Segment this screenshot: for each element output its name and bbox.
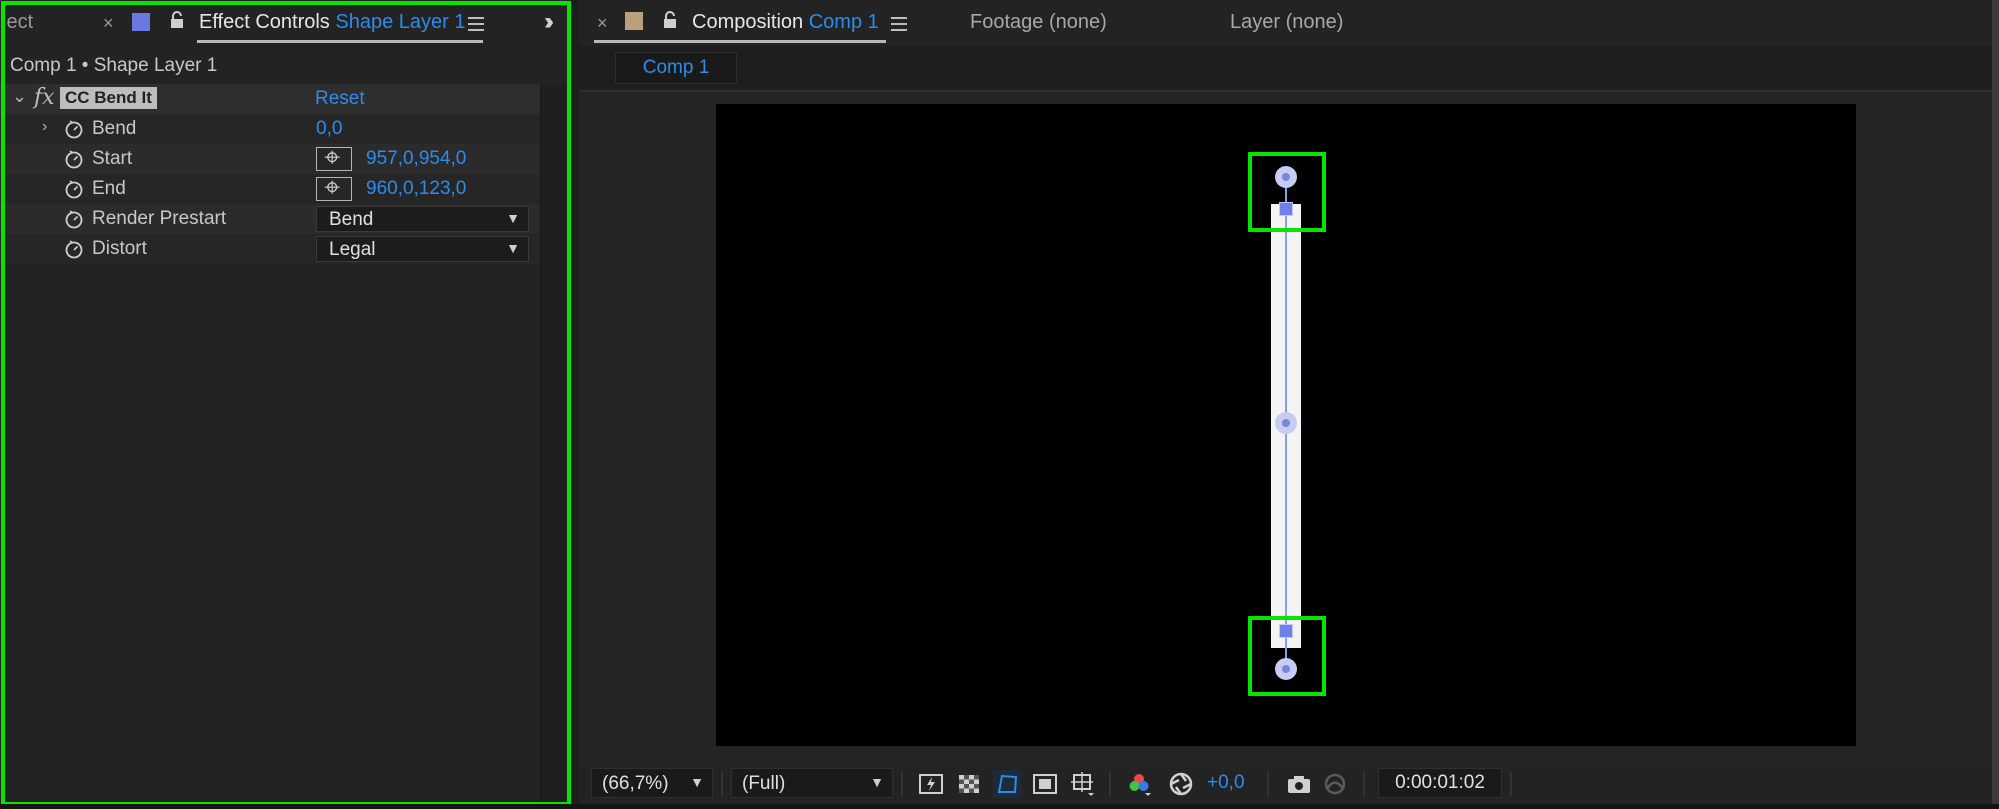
property-row-end: End 960,0,123,0 bbox=[0, 174, 540, 204]
close-icon[interactable]: × bbox=[597, 14, 608, 32]
composition-viewer[interactable] bbox=[579, 92, 1992, 764]
effect-header-row[interactable]: ⌄ fx CC Bend It Reset bbox=[0, 84, 540, 114]
transparency-grid-icon[interactable] bbox=[955, 770, 983, 798]
lock-icon[interactable] bbox=[662, 11, 678, 31]
zoom-value: (66,7%) bbox=[602, 773, 669, 794]
stopwatch-icon[interactable] bbox=[64, 119, 84, 139]
close-icon[interactable]: × bbox=[103, 14, 114, 32]
separator bbox=[1510, 772, 1512, 796]
panel-menu-icon[interactable] bbox=[891, 17, 907, 31]
crosshair-icon[interactable] bbox=[316, 177, 352, 201]
separator bbox=[1267, 772, 1269, 796]
camera-icon[interactable] bbox=[1285, 770, 1313, 798]
highlight-box bbox=[1248, 616, 1326, 696]
property-label-render-prestart: Render Prestart bbox=[92, 208, 227, 229]
region-of-interest-icon[interactable] bbox=[1031, 770, 1059, 798]
property-value-end[interactable]: 960,0,123,0 bbox=[366, 178, 466, 200]
bottom-strip bbox=[0, 804, 1999, 809]
exposure-reset-icon[interactable] bbox=[1167, 770, 1195, 798]
chevron-down-icon[interactable]: ⌄ bbox=[12, 86, 27, 107]
property-label-end: End bbox=[92, 178, 126, 199]
reset-button[interactable]: Reset bbox=[315, 88, 365, 110]
panel-menu-icon[interactable] bbox=[468, 17, 484, 31]
composition-panel: × Composition Comp 1 Footage (none) Laye… bbox=[579, 0, 1999, 809]
effect-controls-panel: ject × Effect Controls Shape Layer 1 ›› … bbox=[0, 0, 572, 809]
chevron-down-icon: ▼ bbox=[506, 240, 520, 256]
tab-composition-name: Comp 1 bbox=[808, 11, 879, 33]
stopwatch-icon[interactable] bbox=[64, 239, 84, 259]
chevron-down-icon: ▼ bbox=[870, 774, 884, 790]
separator bbox=[1109, 772, 1111, 796]
stopwatch-icon[interactable] bbox=[64, 149, 84, 169]
resolution-value: (Full) bbox=[742, 773, 786, 794]
chevron-right-icon[interactable]: › bbox=[42, 118, 47, 136]
property-row-bend: › Bend 0,0 bbox=[0, 114, 540, 144]
tab-composition[interactable]: Composition Comp 1 bbox=[692, 11, 879, 34]
vertical-scrollbar[interactable] bbox=[540, 84, 566, 804]
separator bbox=[721, 772, 723, 796]
lock-icon[interactable] bbox=[169, 11, 185, 31]
chevron-down-icon: ▼ bbox=[506, 210, 520, 226]
comp-subtab[interactable]: Comp 1 bbox=[615, 52, 737, 84]
active-tab-underline bbox=[594, 40, 886, 43]
distort-dropdown[interactable]: Legal ▼ bbox=[316, 236, 529, 262]
crosshair-icon[interactable] bbox=[316, 147, 352, 171]
overflow-chevrons-icon[interactable]: ›› bbox=[544, 8, 554, 36]
chevron-down-icon: ▼ bbox=[690, 774, 704, 790]
property-value-bend[interactable]: 0,0 bbox=[316, 118, 342, 140]
show-snapshot-icon[interactable] bbox=[1321, 770, 1349, 798]
property-label-distort: Distort bbox=[92, 238, 147, 259]
current-time-display[interactable]: 0:00:01:02 bbox=[1378, 768, 1502, 798]
fx-toggle-icon[interactable]: fx bbox=[34, 85, 55, 110]
tab-footage[interactable]: Footage (none) bbox=[970, 11, 1107, 34]
effect-name[interactable]: CC Bend It bbox=[60, 87, 157, 109]
distort-value: Legal bbox=[329, 239, 376, 260]
left-tab-bar: ject × Effect Controls Shape Layer 1 ›› bbox=[0, 0, 572, 46]
center-anchor-handle[interactable] bbox=[1275, 412, 1297, 434]
tab-composition-label: Composition bbox=[692, 11, 804, 33]
render-prestart-value: Bend bbox=[329, 209, 374, 230]
panel-edge bbox=[1992, 0, 1999, 809]
right-tab-bar: × Composition Comp 1 Footage (none) Laye… bbox=[579, 0, 1999, 46]
property-row-start: Start 957,0,954,0 bbox=[0, 144, 540, 174]
exposure-value[interactable]: +0,0 bbox=[1207, 772, 1245, 794]
zoom-dropdown[interactable]: (66,7%) ▼ bbox=[591, 768, 713, 798]
label-color-swatch bbox=[132, 13, 150, 31]
grid-guides-icon[interactable] bbox=[1069, 770, 1097, 798]
tab-effect-controls-layer: Shape Layer 1 bbox=[335, 11, 466, 33]
separator bbox=[901, 772, 903, 796]
tab-effect-controls[interactable]: Effect Controls Shape Layer 1 bbox=[199, 11, 465, 34]
separator bbox=[1363, 772, 1365, 796]
highlight-box bbox=[1248, 152, 1326, 232]
resolution-dropdown[interactable]: (Full) ▼ bbox=[731, 768, 893, 798]
breadcrumb: Comp 1 • Shape Layer 1 bbox=[10, 55, 218, 76]
property-row-render-prestart: Render Prestart Bend ▼ bbox=[0, 204, 540, 234]
render-prestart-dropdown[interactable]: Bend ▼ bbox=[316, 206, 529, 232]
stopwatch-icon[interactable] bbox=[64, 209, 84, 229]
tab-project[interactable]: ject bbox=[2, 11, 33, 34]
tab-effect-controls-label: Effect Controls bbox=[199, 11, 330, 33]
property-label-bend: Bend bbox=[92, 118, 137, 139]
viewer-controls-bar: (66,7%) ▼ (Full) ▼ +0,0 0:00:01:02 bbox=[579, 764, 1992, 804]
property-label-start: Start bbox=[92, 148, 133, 169]
stopwatch-icon[interactable] bbox=[64, 179, 84, 199]
label-color-swatch bbox=[625, 12, 643, 30]
property-row-distort: Distort Legal ▼ bbox=[0, 234, 540, 264]
composition-canvas[interactable] bbox=[716, 104, 1856, 746]
mask-path-icon[interactable] bbox=[993, 770, 1021, 798]
tab-layer[interactable]: Layer (none) bbox=[1230, 11, 1343, 34]
property-value-start[interactable]: 957,0,954,0 bbox=[366, 148, 466, 170]
fast-preview-icon[interactable] bbox=[917, 770, 945, 798]
active-tab-underline bbox=[197, 40, 483, 43]
color-channel-icon[interactable] bbox=[1125, 770, 1153, 798]
